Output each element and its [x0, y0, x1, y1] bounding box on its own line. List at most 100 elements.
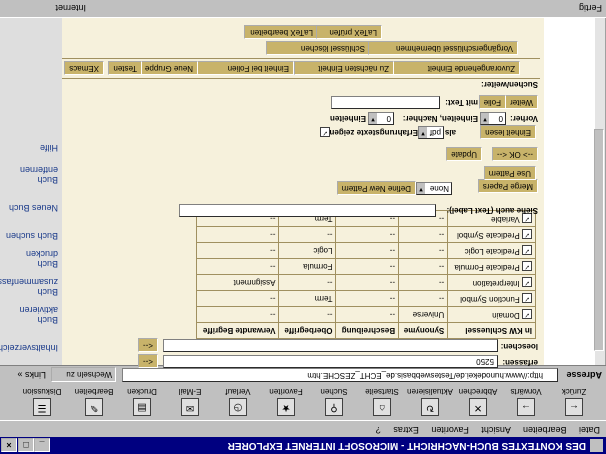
- column-header: In KW Schluessel: [447, 322, 536, 339]
- test-button[interactable]: Testen: [108, 61, 142, 75]
- sidebar-item-print[interactable]: Buch drucken: [4, 249, 58, 269]
- weiter-button[interactable]: Weiter: [505, 95, 538, 109]
- table-cell[interactable]: ✓ Predicate Symbol: [447, 226, 536, 243]
- home-icon: ⌂: [373, 398, 391, 416]
- sidebar-item-summarize[interactable]: Buch zusammenfassen: [0, 277, 58, 297]
- loeschen-submit-button[interactable]: <--: [138, 338, 158, 352]
- menu-extras[interactable]: Extras: [393, 425, 419, 435]
- table-row: ✓ Function Symbol -- -- Term --: [196, 290, 536, 307]
- table-cell: --: [196, 290, 279, 307]
- einheit-lesen-button[interactable]: Einheit lesen: [480, 125, 536, 139]
- maximize-button[interactable]: □: [18, 438, 34, 452]
- unit-slides-button[interactable]: Einheit bei Folien: [194, 61, 294, 75]
- table-cell[interactable]: ✓ Function Symbol: [447, 290, 536, 307]
- print-button[interactable]: ▤ Drucken: [114, 386, 170, 418]
- sidebar-item-remove[interactable]: Buch entfernen: [4, 165, 58, 185]
- update-button[interactable]: Update: [446, 147, 482, 161]
- nachher-select[interactable]: 0 ▼: [368, 112, 394, 125]
- forward-button[interactable]: → Vorwärts: [498, 386, 554, 418]
- table-cell[interactable]: ✓ Predicate Logic: [447, 242, 536, 259]
- delete-key-button[interactable]: Schlüssel löschen: [266, 41, 370, 55]
- go-button[interactable]: Wechseln zu: [51, 367, 116, 382]
- search-button[interactable]: ⚲ Suchen: [306, 386, 362, 418]
- format-select[interactable]: pdf ▼: [418, 126, 444, 139]
- erfassen-input[interactable]: 5250: [163, 355, 498, 368]
- row-checkbox[interactable]: ✓: [522, 277, 532, 287]
- mail-button[interactable]: ✉ E-Mail: [162, 386, 218, 418]
- search-icon: ⚲: [325, 398, 343, 416]
- edit-latex-button[interactable]: LaTeX bearbeiten: [244, 25, 318, 39]
- adopt-predecessor-key-button[interactable]: Vorgängerschlüssel übernehmen: [368, 41, 518, 55]
- table-cell: Universe: [398, 306, 448, 323]
- menu-help[interactable]: ?: [376, 425, 381, 435]
- table-cell: --: [335, 290, 399, 307]
- row-checkbox[interactable]: ✓: [522, 229, 532, 239]
- ok-button[interactable]: --> OK <--: [491, 147, 538, 161]
- table-cell[interactable]: ✓ Interpretation: [447, 274, 536, 291]
- sidebar-item-activate[interactable]: Buch aktivieren: [4, 305, 58, 325]
- address-input[interactable]: http://www.hunodekei.de/Testeswebbasis.d…: [122, 368, 558, 382]
- sidebar-item-contents[interactable]: Inhaltsverzeichnis: [0, 343, 58, 353]
- keyword-table: In KW Schluessel Synonyme Beschreibung O…: [196, 210, 536, 339]
- einheiten-nachher-label: Einheiten, Nachher:: [402, 114, 478, 123]
- siehe-auch-input[interactable]: [179, 204, 436, 217]
- mit-text-input[interactable]: [331, 96, 440, 109]
- sidebar-item-new[interactable]: Neues Buch: [4, 203, 58, 213]
- row-checkbox[interactable]: ✓: [522, 245, 532, 255]
- history-button[interactable]: ◷ Verlauf: [210, 386, 266, 418]
- discuss-button[interactable]: ☰ Diskussion: [14, 386, 70, 418]
- sidebar: Inhaltsverzeichnis Buch aktivieren Buch …: [0, 18, 62, 365]
- column-header: Beschreibung: [335, 322, 399, 339]
- vertical-scrollbar[interactable]: [594, 18, 606, 365]
- page-content: erfassen: 5250 <-- loeschen: <-- In KW S…: [0, 18, 606, 368]
- table-row: ✓ Predicate Logic -- -- Logic --: [196, 242, 536, 259]
- links-button[interactable]: Links »: [17, 370, 46, 380]
- stop-button[interactable]: ✕ Abbrechen: [450, 386, 506, 418]
- erfahrungstexte-checkbox[interactable]: ✓: [320, 127, 330, 137]
- menu-ansicht[interactable]: Ansicht: [481, 425, 511, 435]
- pattern-select[interactable]: None ▼: [416, 182, 452, 195]
- favorites-button[interactable]: ★ Favoriten: [258, 386, 314, 418]
- menu-favoriten[interactable]: Favoriten: [431, 425, 469, 435]
- row-checkbox[interactable]: ✓: [522, 261, 532, 271]
- status-text: Fertig: [578, 3, 602, 13]
- home-button[interactable]: ⌂ Startseite: [354, 386, 410, 418]
- table-cell: --: [196, 226, 279, 243]
- xemacs-button[interactable]: XEmacs: [64, 61, 104, 75]
- table-cell: --: [278, 306, 336, 323]
- row-checkbox[interactable]: ✓: [522, 309, 532, 319]
- refresh-button[interactable]: ↻ Aktualisieren: [402, 386, 458, 418]
- menu-datei[interactable]: Datei: [579, 425, 600, 435]
- next-unit-button[interactable]: Zu nächsten Einheit: [294, 61, 394, 75]
- define-new-pattern-button[interactable]: Define New Pattern: [336, 181, 416, 195]
- table-cell[interactable]: ✓ Domain: [447, 306, 536, 323]
- edit-button[interactable]: ✎ Bearbeiten: [66, 386, 122, 418]
- menu-bearbeiten[interactable]: Bearbeiten: [523, 425, 567, 435]
- mit-text-label: mit Text:: [445, 98, 478, 107]
- folie-button[interactable]: Folie: [478, 95, 506, 109]
- check-latex-button[interactable]: LaTeX prüfen: [316, 25, 382, 39]
- table-cell[interactable]: ✓ Predicate Formula: [447, 258, 536, 275]
- loeschen-input[interactable]: [163, 339, 498, 352]
- internet-zone: Internet: [55, 3, 86, 13]
- table-cell: Assignment: [196, 274, 279, 291]
- sidebar-item-search[interactable]: Buch suchen: [4, 231, 58, 241]
- suchen-weiter-label: Suchen/weiter:: [481, 80, 538, 89]
- table-cell: Formula: [278, 258, 336, 275]
- use-pattern-button[interactable]: Use Pattern: [483, 166, 536, 180]
- forward-icon: →: [517, 398, 535, 416]
- erfassen-submit-button[interactable]: <--: [138, 354, 158, 368]
- minimize-button[interactable]: _: [34, 438, 50, 452]
- new-group-button[interactable]: Neue Gruppe: [139, 61, 198, 75]
- table-cell: Logic: [278, 242, 336, 259]
- merge-papers-button[interactable]: Merge Papers: [477, 179, 538, 193]
- table-cell: --: [278, 274, 336, 291]
- sidebar-item-help[interactable]: Hilfe: [4, 143, 58, 153]
- vorher-select[interactable]: 0 ▼: [480, 112, 506, 125]
- row-checkbox[interactable]: ✓: [522, 293, 532, 303]
- close-button[interactable]: ×: [1, 438, 17, 452]
- previous-unit-button[interactable]: Zuvorangehende Einheit: [392, 61, 520, 75]
- toolbar: ← Zurück → Vorwärts ✕ Abbrechen ↻ Aktualisie…: [0, 383, 606, 421]
- back-button[interactable]: ← Zurück: [546, 386, 602, 418]
- scrollbar-thumb[interactable]: [594, 129, 604, 351]
